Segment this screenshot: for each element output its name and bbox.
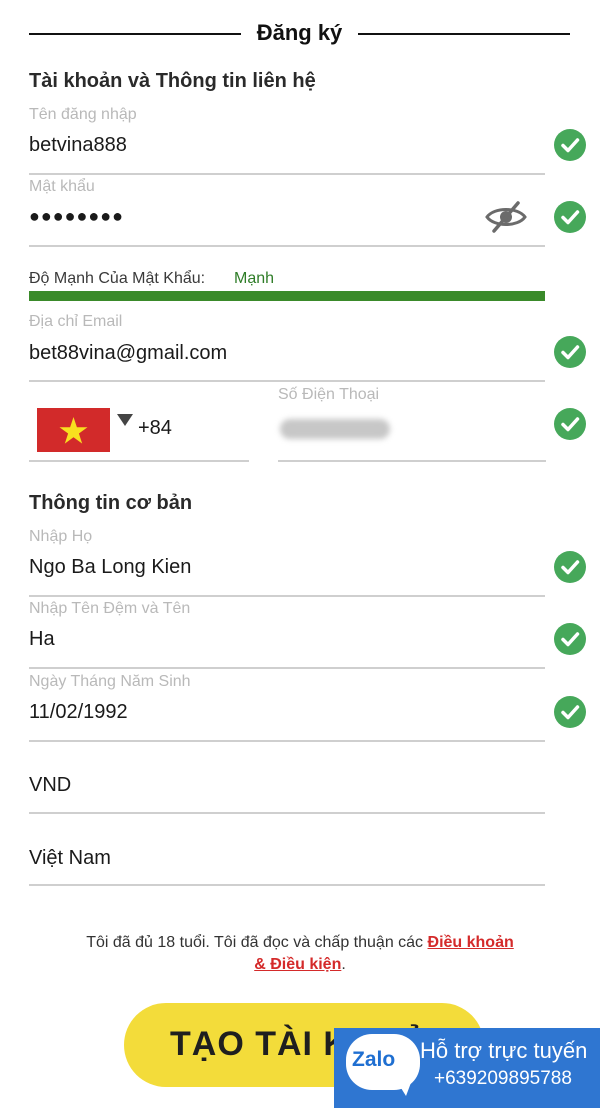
last-name-check-icon (554, 551, 586, 583)
password-check-icon (554, 201, 586, 233)
phone-value-redacted (280, 419, 390, 439)
dob-value[interactable]: 11/02/1992 (29, 701, 128, 724)
last-name-label: Nhập Họ (29, 528, 93, 545)
password-underline (29, 245, 545, 247)
password-label: Mật khẩu (29, 178, 95, 195)
zalo-logo-icon: Zalo (346, 1034, 420, 1096)
currency-underline (29, 812, 545, 814)
username-check-icon (554, 129, 586, 161)
last-name-field[interactable]: Nhập Họ Ngo Ba Long Kien (29, 528, 545, 597)
divider-right (358, 33, 570, 35)
country-code-selector[interactable]: +84 (29, 398, 249, 462)
email-label: Địa chỉ Email (29, 313, 123, 330)
password-strength-label: Độ Mạnh Của Mật Khẩu: (29, 270, 206, 287)
conditions-link[interactable]: & Điều kiện (254, 956, 341, 973)
terms-statement: Tôi đã đủ 18 tuổi. Tôi đã đọc và chấp th… (86, 934, 424, 951)
caret-down-icon[interactable] (117, 414, 133, 426)
phone-check-icon (554, 408, 586, 440)
zalo-logo-text: Zalo (352, 1048, 396, 1071)
username-field[interactable]: Tên đăng nhập betvina888 (29, 106, 545, 175)
dob-field[interactable]: Ngày Tháng Năm Sinh 11/02/1992 (29, 673, 545, 742)
page-header: Đăng ký (29, 18, 570, 50)
username-value[interactable]: betvina888 (29, 134, 127, 157)
terms-suffix: . (341, 956, 346, 973)
zalo-bubble-tail (396, 1080, 412, 1096)
currency-select[interactable]: VND (29, 745, 545, 814)
email-field[interactable]: Địa chỉ Email bet88vina@gmail.com (29, 313, 545, 382)
email-check-icon (554, 336, 586, 368)
first-name-underline (29, 667, 545, 669)
zalo-support-phone: +639209895788 (434, 1068, 572, 1089)
phone-underline (278, 460, 546, 462)
last-name-underline (29, 595, 545, 597)
username-label: Tên đăng nhập (29, 106, 137, 123)
last-name-value[interactable]: Ngo Ba Long Kien (29, 556, 191, 579)
currency-value: VND (29, 774, 72, 796)
first-name-field[interactable]: Nhập Tên Đệm và Tên Ha (29, 600, 545, 669)
first-name-value[interactable]: Ha (29, 628, 55, 651)
country-select[interactable]: Việt Nam (29, 817, 545, 886)
dob-underline (29, 740, 545, 742)
username-underline (29, 173, 545, 175)
password-strength-bar (29, 291, 545, 301)
terms-text: Tôi đã đủ 18 tuổi. Tôi đã đọc và chấp th… (60, 932, 540, 976)
country-underline (29, 884, 545, 886)
password-value[interactable]: ●●●●●●●● (29, 206, 124, 227)
first-name-check-icon (554, 623, 586, 655)
dob-check-icon (554, 696, 586, 728)
first-name-label: Nhập Tên Đệm và Tên (29, 600, 191, 617)
vietnam-flag-icon (37, 408, 110, 452)
phone-label: Số Điện Thoại (278, 386, 380, 403)
section-title-basic: Thông tin cơ bản (29, 492, 193, 514)
dob-label: Ngày Tháng Năm Sinh (29, 673, 191, 690)
dial-code: +84 (138, 417, 172, 439)
password-strength-value: Mạnh (234, 270, 275, 287)
terms-link[interactable]: Điều khoản (428, 934, 514, 951)
country-code-underline (29, 460, 249, 462)
zalo-support-title: Hỗ trợ trực tuyến (420, 1038, 588, 1063)
eye-slash-icon[interactable] (484, 200, 528, 234)
email-underline (29, 380, 545, 382)
password-field[interactable]: Mật khẩu ●●●●●●●● (29, 178, 545, 247)
zalo-support-widget[interactable]: Zalo Hỗ trợ trực tuyến +639209895788 (334, 1028, 600, 1108)
password-strength-bar-fill (29, 291, 545, 301)
country-value: Việt Nam (29, 847, 111, 869)
section-title-account: Tài khoản và Thông tin liên hệ (29, 70, 316, 92)
phone-field[interactable]: Số Điện Thoại (278, 386, 546, 462)
email-value[interactable]: bet88vina@gmail.com (29, 342, 227, 365)
